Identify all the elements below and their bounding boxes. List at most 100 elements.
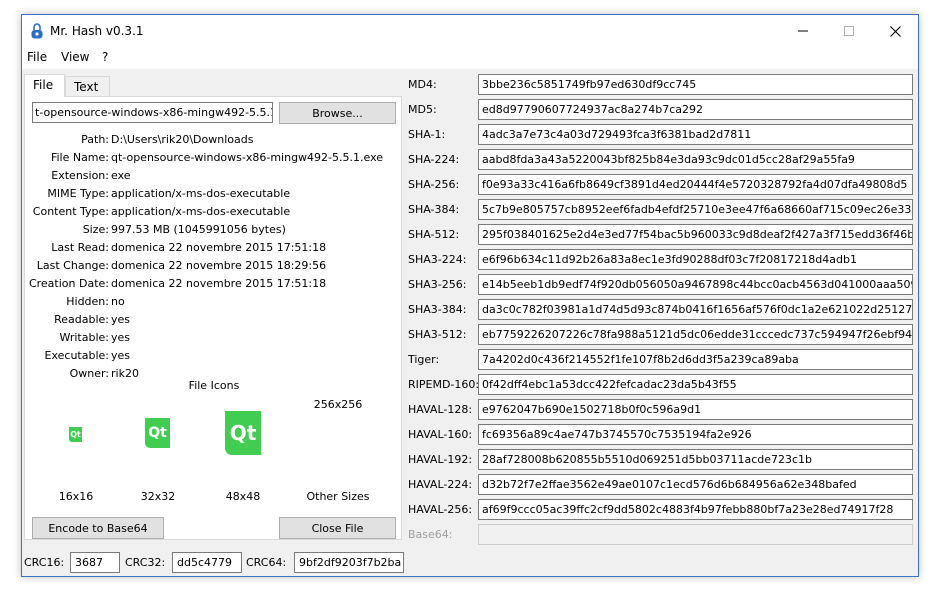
- info-value: application/x-ms-dos-executable: [111, 205, 291, 218]
- hash-row-tiger: Tiger: 7a4202d0c436f214552f1fe107f8b2d6d…: [408, 349, 918, 370]
- info-value: exe: [111, 169, 131, 182]
- info-label: Extension:: [51, 169, 109, 182]
- hash-label: SHA-1:: [408, 128, 446, 141]
- menu-file[interactable]: File: [27, 50, 47, 64]
- minimize-icon: [798, 30, 808, 32]
- hash-field-sha224[interactable]: aabd8fda3a43a5220043bf825b84e3da93c9dc01…: [478, 149, 913, 170]
- hash-field-sha3-384[interactable]: da3c0c782f03981a1d74d5d93c874b0416f1656a…: [478, 299, 913, 320]
- hash-label: SHA-256:: [408, 178, 460, 191]
- hash-field-ripemd160[interactable]: 0f42dff4ebc1a53dcc422fefcadac23da5b43f55: [478, 374, 913, 395]
- info-row-size: Size: 997.53 MB (1045991056 bytes): [25, 223, 403, 241]
- menu-view[interactable]: View: [61, 50, 89, 64]
- info-label: Content Type:: [32, 205, 109, 218]
- qt-logo-48-icon: Qt: [225, 411, 261, 455]
- info-label: Readable:: [54, 313, 109, 326]
- hash-label: RIPEMD-160:: [408, 378, 480, 391]
- info-label: Path:: [81, 133, 109, 146]
- title-bar[interactable]: Mr. Hash v0.3.1: [22, 15, 918, 47]
- info-row-hidden: Hidden: no: [25, 295, 403, 313]
- icon-size-48: 48x48: [225, 490, 261, 503]
- lock-icon: [31, 23, 43, 39]
- hash-label: HAVAL-224:: [408, 478, 473, 491]
- maximize-icon: [844, 26, 854, 36]
- hash-field-sha3-256[interactable]: e14b5eeb1db9edf74f920db056050a9467898c44…: [478, 274, 913, 295]
- hash-label: SHA3-224:: [408, 253, 467, 266]
- browse-button[interactable]: Browse...: [279, 102, 396, 124]
- close-icon: [889, 25, 901, 37]
- encode-base64-button[interactable]: Encode to Base64: [32, 517, 164, 539]
- info-label: MIME Type:: [47, 187, 109, 200]
- info-label: Hidden:: [66, 295, 109, 308]
- info-row-mime-type: MIME Type: application/x-ms-dos-executab…: [25, 187, 403, 205]
- file-icons-title: File Icons: [188, 379, 240, 392]
- menu-bar: File View ?: [22, 47, 918, 69]
- maximize-button[interactable]: [826, 15, 872, 47]
- hash-field-sha512[interactable]: 295f038401625e2d4e3ed77f54bac5b960033c9d…: [478, 224, 913, 245]
- hash-field-sha384[interactable]: 5c7b9e805757cb8952eef6fadb4efdf25710e3ee…: [478, 199, 913, 220]
- hash-row-sha256: SHA-256: f0e93a33c416a6fb8649cf3891d4ed2…: [408, 174, 918, 195]
- other-size-value: 256x256: [313, 398, 363, 411]
- window-title: Mr. Hash v0.3.1: [50, 24, 144, 38]
- info-row-last-read: Last Read: domenica 22 novembre 2015 17:…: [25, 241, 403, 259]
- hash-row-sha3-512: SHA3-512: eb7759226207226c78fa988a5121d5…: [408, 324, 918, 345]
- info-label: File Name:: [50, 151, 109, 164]
- info-row-creation-date: Creation Date: domenica 22 novembre 2015…: [25, 277, 403, 295]
- hash-label: HAVAL-160:: [408, 428, 473, 441]
- hash-field-sha256[interactable]: f0e93a33c416a6fb8649cf3891d4ed20444f4e57…: [478, 174, 913, 195]
- hash-field-md4[interactable]: 3bbe236c5851749fb97ed630df9cc745: [478, 74, 913, 95]
- hash-label: MD4:: [408, 78, 437, 91]
- info-value: no: [111, 295, 125, 308]
- qt-logo-16-icon: Qt: [69, 427, 82, 442]
- crc64-field[interactable]: 9bf2df9203f7b2ba: [294, 552, 404, 573]
- hash-row-ripemd160: RIPEMD-160: 0f42dff4ebc1a53dcc422fefcada…: [408, 374, 918, 395]
- info-row-extension: Extension: exe: [25, 169, 403, 187]
- info-row-last-change: Last Change: domenica 22 novembre 2015 1…: [25, 259, 403, 277]
- hash-field-sha1[interactable]: 4adc3a7e73c4a03d729493fca3f6381bad2d7811: [478, 124, 913, 145]
- file-tab-pane: t-opensource-windows-x86-mingw492-5.5.1.…: [24, 96, 402, 540]
- hash-label: SHA3-512:: [408, 328, 467, 341]
- hash-field-haval224[interactable]: d32b72f7e2ffae3562e49ae0107c1ecd576d6b68…: [478, 474, 913, 495]
- close-window-button[interactable]: [872, 15, 918, 47]
- hash-field-tiger[interactable]: 7a4202d0c436f214552f1fe107f8b2d6dd3f5a23…: [478, 349, 913, 370]
- info-value: domenica 22 novembre 2015 18:29:56: [111, 259, 327, 272]
- hash-field-haval128[interactable]: e9762047b690e1502718b0f0c596a9d1: [478, 399, 913, 420]
- hash-field-md5[interactable]: ed8d97790607724937ac8a274b7ca292: [478, 99, 913, 120]
- hash-row-sha3-224: SHA3-224: e6f96b634c11d92b26a83a8ec1e3fd…: [408, 249, 918, 270]
- hash-row-haval224: HAVAL-224: d32b72f7e2ffae3562e49ae0107c1…: [408, 474, 918, 495]
- hash-label: SHA-384:: [408, 203, 460, 216]
- info-row-executable: Executable: yes: [25, 349, 403, 367]
- hash-row-haval128: HAVAL-128: e9762047b690e1502718b0f0c596a…: [408, 399, 918, 420]
- hash-row-haval192: HAVAL-192: 28af728008b620855b5510d069251…: [408, 449, 918, 470]
- info-row-readable: Readable: yes: [25, 313, 403, 331]
- minimize-button[interactable]: [780, 15, 826, 47]
- hash-row-sha3-256: SHA3-256: e14b5eeb1db9edf74f920db056050a…: [408, 274, 918, 295]
- left-panel: File Text t-opensource-windows-x86-mingw…: [24, 74, 402, 540]
- tab-text[interactable]: Text: [65, 76, 110, 96]
- crc32-field[interactable]: dd5c4779: [172, 552, 242, 573]
- hash-field-haval160[interactable]: fc69356a89c4ae747b3745570c7535194fa2e926: [478, 424, 913, 445]
- hash-row-md5: MD5: ed8d97790607724937ac8a274b7ca292: [408, 99, 918, 120]
- crc64-label: CRC64:: [246, 556, 287, 569]
- info-row-writable: Writable: yes: [25, 331, 403, 349]
- base64-field[interactable]: [478, 524, 913, 545]
- hash-row-md4: MD4: 3bbe236c5851749fb97ed630df9cc745: [408, 74, 918, 95]
- hash-label: SHA3-256:: [408, 278, 467, 291]
- info-row-content-type: Content Type: application/x-ms-dos-execu…: [25, 205, 403, 223]
- hash-field-sha3-224[interactable]: e6f96b634c11d92b26a83a8ec1e3fd90288df03c…: [478, 249, 913, 270]
- info-row-file-name: File Name: qt-opensource-windows-x86-min…: [25, 151, 403, 169]
- tab-file[interactable]: File: [24, 74, 65, 97]
- hash-row-base64: Base64:: [408, 524, 918, 545]
- menu-help[interactable]: ?: [102, 50, 108, 64]
- qt-logo-32-icon: Qt: [145, 418, 170, 448]
- hash-row-haval160: HAVAL-160: fc69356a89c4ae747b3745570c753…: [408, 424, 918, 445]
- hash-label: Base64:: [408, 528, 453, 541]
- hash-field-sha3-512[interactable]: eb7759226207226c78fa988a5121d5dc06edde31…: [478, 324, 913, 345]
- file-path-input[interactable]: t-opensource-windows-x86-mingw492-5.5.1.…: [32, 102, 273, 123]
- hash-field-haval256[interactable]: af69f9ccc05ac39ffc2cf9dd5802c4883f4b97fe…: [478, 499, 913, 520]
- close-file-button[interactable]: Close File: [279, 517, 396, 539]
- crc16-field[interactable]: 3687: [70, 552, 120, 573]
- hash-field-haval192[interactable]: 28af728008b620855b5510d069251d5bb03711ac…: [478, 449, 913, 470]
- crc32-label: CRC32:: [125, 556, 166, 569]
- hash-label: HAVAL-256:: [408, 503, 473, 516]
- info-value: qt-opensource-windows-x86-mingw492-5.5.1…: [111, 151, 384, 164]
